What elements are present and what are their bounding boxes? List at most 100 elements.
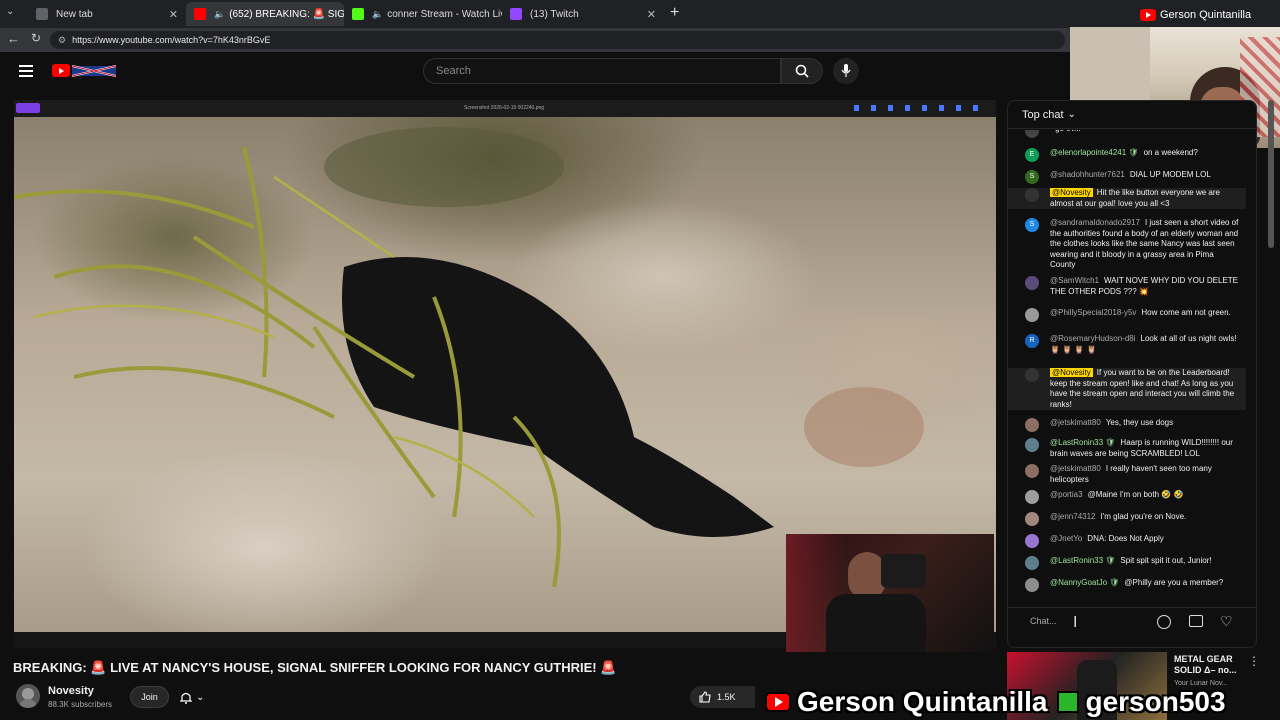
chat-author[interactable]: @portia3 — [1050, 490, 1083, 499]
chat-author[interactable]: @elenorlapointe4241 🛡 — [1050, 148, 1139, 157]
chat-avatar[interactable] — [1025, 130, 1039, 138]
chat-author[interactable]: @jetskimatt80 — [1050, 464, 1101, 473]
search-button[interactable] — [781, 58, 823, 84]
chat-avatar[interactable] — [1025, 308, 1039, 322]
recommended-title[interactable]: METAL GEAR SOLID Δ– no... — [1174, 654, 1246, 676]
close-icon[interactable]: ✕ — [641, 8, 656, 21]
chat-message[interactable]: S @shadohhunter7621 DIAL UP MODEM LOL — [1008, 170, 1246, 184]
chat-avatar[interactable] — [1025, 276, 1039, 290]
chat-author[interactable]: @JnetYo — [1050, 534, 1082, 543]
chat-message[interactable]: go ov... — [1008, 130, 1246, 138]
gift-icon[interactable] — [1189, 615, 1203, 627]
viewer-filename: Screenshot 2026-02-15 002240.png — [464, 105, 545, 111]
chat-author[interactable]: @SamWitch1 — [1050, 276, 1099, 285]
notification-bell-button[interactable]: ⌄ — [180, 686, 220, 708]
chat-author[interactable]: @RosemaryHudson-d8i — [1050, 334, 1136, 343]
chat-author[interactable]: @jetskimatt80 — [1050, 418, 1101, 427]
chat-avatar[interactable] — [1025, 512, 1039, 526]
chat-author[interactable]: @Novesity — [1050, 368, 1093, 377]
tab-youtube-active[interactable]: 🔈 (652) BREAKING: 🚨 SIGNAL ✕ — [186, 2, 344, 26]
chat-avatar[interactable]: S — [1025, 218, 1039, 232]
chat-avatar[interactable] — [1025, 418, 1039, 432]
chat-message[interactable]: E @elenorlapointe4241 🛡 on a weekend? — [1008, 148, 1246, 162]
chat-message[interactable]: @jenn74312 I'm glad you're on Nove. — [1008, 512, 1246, 526]
chat-message[interactable]: @jetskimatt80 Yes, they use dogs — [1008, 418, 1246, 432]
voice-search-button[interactable] — [833, 58, 859, 84]
menu-icon[interactable] — [19, 65, 33, 77]
chat-avatar[interactable] — [1025, 556, 1039, 570]
chat-avatar[interactable]: R — [1025, 334, 1039, 348]
chat-author[interactable]: @NannyGoatJo 🛡 — [1050, 578, 1119, 587]
emoji-icon[interactable] — [1157, 615, 1171, 629]
chat-message[interactable]: @LastRonin33 🛡 Haarp is running WILD!!!!!… — [1008, 438, 1246, 459]
chat-author[interactable]: @shadohhunter7621 — [1050, 170, 1125, 179]
join-button[interactable]: Join — [130, 686, 169, 708]
viewer-badge[interactable] — [16, 103, 40, 113]
speaker-icon[interactable]: 🔈 — [372, 9, 383, 20]
chat-message[interactable]: S @sandramaldonado2917 I just seen a short… — [1008, 218, 1246, 271]
chat-avatar[interactable] — [1025, 464, 1039, 478]
chat-message[interactable]: R @RosemaryHudson-d8i Look at all of us ni… — [1008, 334, 1246, 355]
heart-icon[interactable]: ♡ — [1220, 613, 1233, 630]
chat-message[interactable]: @jetskimatt80 I really haven't seen too m… — [1008, 464, 1246, 485]
channel-avatar[interactable] — [16, 684, 40, 708]
tab-label: conner Stream - Watch Live o — [387, 8, 502, 20]
chat-avatar[interactable] — [1025, 438, 1039, 452]
chat-header[interactable]: Top chat ⌄ — [1008, 101, 1256, 129]
chat-message[interactable]: @JnetYo DNA: Does Not Apply — [1008, 534, 1246, 548]
chat-input[interactable]: Chat... — [1030, 616, 1130, 630]
chat-avatar[interactable] — [1025, 490, 1039, 504]
chat-message[interactable]: @SamWitch1 WAIT NOVE WHY DID YOU DELETE T… — [1008, 276, 1246, 297]
tab-twitch[interactable]: (13) Twitch ✕ — [502, 2, 664, 26]
close-icon[interactable]: ✕ — [163, 8, 178, 21]
chat-avatar[interactable] — [1025, 368, 1039, 382]
youtube-logo[interactable] — [52, 64, 116, 78]
chat-text: DNA: Does Not Apply — [1087, 534, 1164, 543]
back-icon[interactable]: ← — [7, 31, 20, 46]
mic-icon — [841, 64, 851, 77]
chat-author[interactable]: @LastRonin33 🛡 — [1050, 438, 1115, 447]
chat-message[interactable]: @LastRonin33 🛡 Spit spit spit it out, Jun… — [1008, 556, 1246, 570]
chat-message[interactable]: @PhillySpecial2018-y5v How come am not gr… — [1008, 308, 1246, 322]
new-tab-button[interactable]: + — [670, 4, 679, 22]
chat-author[interactable]: @LastRonin33 🛡 — [1050, 556, 1115, 565]
chat-avatar[interactable] — [1025, 534, 1039, 548]
youtube-header: Search — [0, 52, 1070, 92]
tab-search-icon[interactable]: ⌄ — [6, 6, 20, 20]
chat-avatar[interactable]: E — [1025, 148, 1039, 162]
speaker-icon[interactable]: 🔈 — [214, 9, 225, 20]
chat-message[interactable]: @Novesity Hit the like button everyone we… — [1008, 188, 1246, 209]
overlay-top-name: Gerson Quintanilla — [1160, 9, 1252, 21]
chat-input-area: Chat... I ♡ — [1008, 607, 1256, 637]
chat-text: Spit spit spit it out, Junior! — [1120, 556, 1212, 565]
reload-icon[interactable]: ↻ — [31, 31, 41, 45]
chat-avatar[interactable]: S — [1025, 170, 1039, 184]
tab-kick-stream[interactable]: 🔈 conner Stream - Watch Live o ✕ — [344, 2, 502, 26]
overlay-twitch-name: gerson503 — [1085, 686, 1226, 717]
youtube-logo-icon — [1140, 9, 1156, 21]
chat-message[interactable]: @NannyGoatJo 🛡 @Philly are you a member? — [1008, 578, 1246, 592]
chat-message[interactable]: @portia3 @Maine I'm on both 🤣 🤣 — [1008, 490, 1246, 504]
text-cursor-icon: I — [1073, 614, 1078, 631]
chat-author[interactable]: @jenn74312 — [1050, 512, 1096, 521]
browser-tab-bar: ⌄ New tab ✕ 🔈 (652) BREAKING: 🚨 SIGNAL ✕… — [0, 0, 1280, 28]
tab-favicon-icon — [36, 8, 48, 20]
webcam-streamer-body — [826, 594, 926, 652]
chat-avatar[interactable] — [1025, 578, 1039, 592]
chat-author[interactable]: @sandramaldonado2917 — [1050, 218, 1140, 227]
webcam-microphone — [881, 554, 926, 588]
like-button[interactable]: 1.5K — [690, 686, 755, 708]
logo-doodle-icon — [72, 65, 116, 77]
site-info-icon[interactable]: ⚙ — [58, 35, 66, 46]
chat-message[interactable]: @Novesity If you want to be on the Leader… — [1008, 368, 1246, 410]
tab-new-tab[interactable]: New tab ✕ — [28, 2, 186, 26]
chat-avatar[interactable] — [1025, 188, 1039, 202]
chat-author[interactable]: @PhillySpecial2018-y5v — [1050, 308, 1136, 317]
search-input[interactable]: Search — [423, 58, 781, 84]
more-icon[interactable]: ⋮ — [1248, 654, 1260, 668]
channel-name[interactable]: Novesity — [48, 685, 94, 697]
youtube-favicon-icon — [194, 8, 206, 20]
chat-author[interactable]: @Novesity — [1050, 188, 1093, 197]
url-field[interactable]: ⚙ https://www.youtube.com/watch?v=7hK43n… — [50, 31, 1065, 49]
chat-scrollbar[interactable] — [1268, 100, 1274, 248]
